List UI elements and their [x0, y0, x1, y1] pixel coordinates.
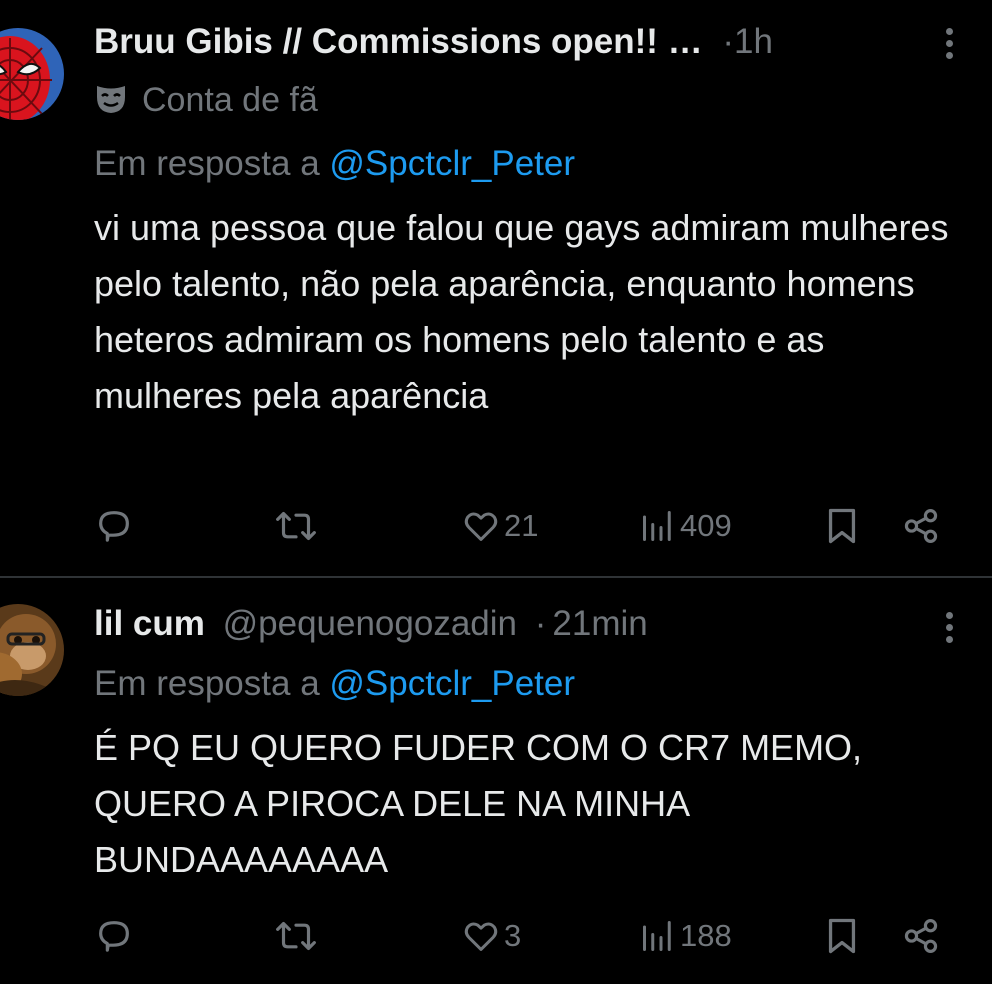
bookmark-button[interactable] [824, 504, 860, 548]
display-name[interactable]: lil cum [94, 604, 205, 643]
bookmark-button[interactable] [824, 914, 860, 958]
tweet-text: É PQ EU QUERO FUDER COM O CR7 MEMO, QUER… [94, 727, 863, 880]
mask-icon [94, 83, 128, 124]
like-button[interactable]: 3 [462, 914, 521, 958]
action-bar: 3 188 [94, 914, 952, 958]
reply-prefix: Em resposta a [94, 664, 330, 703]
views-icon [643, 921, 671, 951]
timestamp[interactable]: 21min [552, 604, 647, 643]
reply-context: Em resposta a @Spctclr_Peter [94, 664, 575, 704]
reply-icon [99, 921, 129, 952]
reply-context: Em resposta a @Spctclr_Peter [94, 144, 575, 184]
action-bar: 21 409 [94, 504, 952, 548]
user-handle[interactable]: @pequenogozadin [223, 604, 517, 643]
display-name[interactable]: Bruu Gibis // Commissions open!! … [94, 22, 703, 61]
reply-mention-link[interactable]: @Spctclr_Peter [329, 144, 575, 183]
reply-button[interactable] [94, 504, 134, 548]
timestamp[interactable]: 1h [734, 22, 773, 61]
like-button[interactable]: 21 [462, 504, 538, 548]
views-icon [643, 511, 671, 541]
reply-prefix: Em resposta a [94, 144, 330, 183]
share-button[interactable] [902, 914, 940, 958]
account-label: Conta de fã [94, 80, 318, 124]
views-button[interactable]: 409 [640, 504, 732, 548]
view-count: 409 [680, 508, 732, 543]
avatar[interactable] [0, 28, 64, 120]
like-count: 3 [504, 918, 522, 953]
retweet-icon [276, 511, 316, 541]
heart-icon [464, 922, 498, 951]
tweet-header: Bruu Gibis // Commissions open!! … ·1h [94, 22, 932, 62]
avatar[interactable] [0, 604, 64, 696]
share-button[interactable] [902, 504, 940, 548]
account-label-text: Conta de fã [142, 81, 318, 119]
like-count: 21 [504, 508, 539, 543]
view-count: 188 [680, 918, 732, 953]
tweet[interactable]: lil cum @pequenogozadin · 21min Em respos… [0, 578, 992, 984]
separator: · [534, 604, 547, 643]
reply-mention-link[interactable]: @Spctclr_Peter [329, 664, 575, 703]
reply-button[interactable] [94, 914, 134, 958]
share-icon [904, 509, 938, 543]
heart-icon [464, 512, 498, 541]
more-icon[interactable] [942, 28, 956, 59]
separator: · [722, 22, 735, 61]
bookmark-icon [828, 508, 856, 544]
share-icon [904, 919, 938, 953]
retweet-button[interactable] [274, 504, 318, 548]
retweet-button[interactable] [274, 914, 318, 958]
views-button[interactable]: 188 [640, 914, 732, 958]
more-icon[interactable] [942, 612, 956, 643]
retweet-icon [276, 921, 316, 951]
tweet-text: vi uma pessoa que falou que gays admiram… [94, 207, 949, 416]
bookmark-icon [828, 918, 856, 954]
reply-icon [99, 511, 129, 542]
tweet[interactable]: Bruu Gibis // Commissions open!! … ·1h C… [0, 0, 992, 576]
tweet-header: lil cum @pequenogozadin · 21min [94, 604, 932, 644]
